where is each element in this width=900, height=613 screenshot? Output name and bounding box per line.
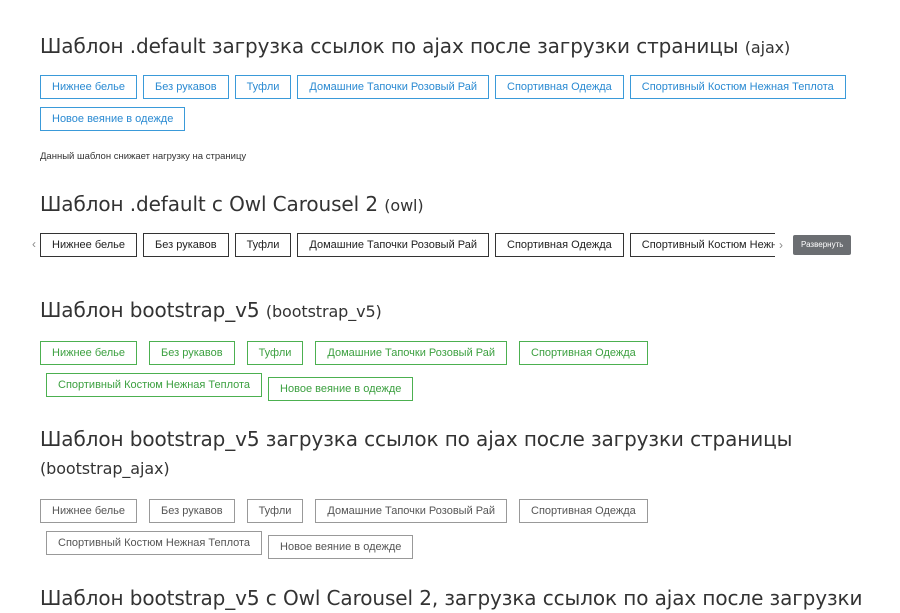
tag-list: Нижнее белье Без рукавов Туфли Домашние … <box>40 499 870 567</box>
section-bootstrap-ajax: Шаблон bootstrap_v5 загрузка ссылок по a… <box>40 425 870 567</box>
heading-title: Шаблон bootstrap_v5 с Owl Carousel 2, за… <box>40 586 863 610</box>
section-default-owl: Шаблон .default с Owl Carousel 2 (owl) ‹… <box>32 189 870 257</box>
section-heading: Шаблон .default загрузка ссылок по ajax … <box>40 31 870 63</box>
tag-link[interactable]: Нижнее белье <box>40 75 138 99</box>
tag-link[interactable]: Новое веяние в одежде <box>268 377 414 401</box>
section-heading: Шаблон bootstrap_v5 с Owl Carousel 2, за… <box>40 583 870 613</box>
heading-title: Шаблон bootstrap_v5 загрузка ссылок по a… <box>40 427 793 451</box>
tag-link[interactable]: Туфли <box>234 75 292 99</box>
tag-link[interactable]: Без рукавов <box>143 75 229 99</box>
tag-link[interactable]: Без рукавов <box>143 233 229 257</box>
tag-link[interactable]: Нижнее белье <box>40 499 138 523</box>
heading-title: Шаблон bootstrap_v5 <box>40 298 260 322</box>
heading-subtitle: (bootstrap_v5) <box>265 302 382 321</box>
tag-link[interactable]: Спортивная Одежда <box>519 499 648 523</box>
tag-list: Нижнее белье Без рукавов Туфли Домашние … <box>40 75 870 139</box>
tag-link[interactable]: Без рукавов <box>149 499 235 523</box>
heading-subtitle: (ajax) <box>744 38 791 57</box>
section-bootstrap-owl-ajax: Шаблон bootstrap_v5 с Owl Carousel 2, за… <box>40 583 870 613</box>
tag-link[interactable]: Домашние Тапочки Розовый Рай <box>315 499 507 523</box>
tag-link[interactable]: Без рукавов <box>149 341 235 365</box>
tag-link[interactable]: Спортивный Костюм Нежная Теплота <box>629 75 846 99</box>
tag-link[interactable]: Новое веяние в одежде <box>40 107 186 131</box>
tag-link[interactable]: Домашние Тапочки Розовый Рай <box>297 233 489 257</box>
tag-link[interactable]: Туфли <box>246 499 304 523</box>
tag-link[interactable]: Спортивный Костюм Нежная Теплота <box>46 373 263 397</box>
tag-link[interactable]: Спортивная Одежда <box>495 233 624 257</box>
heading-subtitle: (owl) <box>384 196 424 215</box>
tag-link[interactable]: Домашние Тапочки Розовый Рай <box>315 341 507 365</box>
tag-link[interactable]: Нижнее белье <box>40 233 138 257</box>
section-bootstrap-v5: Шаблон bootstrap_v5 (bootstrap_v5) Нижне… <box>40 295 870 409</box>
heading-subtitle: (bootstrap_ajax) <box>40 459 170 478</box>
heading-title: Шаблон .default с Owl Carousel 2 <box>40 192 378 216</box>
tag-link[interactable]: Туфли <box>234 233 292 257</box>
expand-button[interactable]: Развернуть <box>793 235 852 255</box>
carousel-next-icon[interactable]: › <box>779 238 783 252</box>
section-note: Данный шаблон снижает нагрузку на страни… <box>40 151 247 162</box>
tag-link[interactable]: Спортивная Одежда <box>495 75 624 99</box>
tag-link[interactable]: Нижнее белье <box>40 341 138 365</box>
heading-title: Шаблон .default загрузка ссылок по ajax … <box>40 34 739 58</box>
tag-link[interactable]: Туфли <box>246 341 304 365</box>
tag-link[interactable]: Новое веяние в одежде <box>268 535 414 559</box>
section-heading: Шаблон bootstrap_v5 загрузка ссылок по a… <box>40 425 870 483</box>
section-heading: Шаблон bootstrap_v5 (bootstrap_v5) <box>40 295 870 327</box>
tag-link[interactable]: Спортивная Одежда <box>519 341 648 365</box>
section-heading: Шаблон .default с Owl Carousel 2 (owl) <box>40 189 870 221</box>
tag-link[interactable]: Домашние Тапочки Розовый Рай <box>297 75 489 99</box>
tag-carousel: ‹ Нижнее белье Без рукавов Туфли Домашни… <box>32 233 870 257</box>
carousel-prev-icon[interactable]: ‹ <box>32 237 36 251</box>
tag-link[interactable]: Спортивный Костюм Нежная Теплота <box>46 531 263 555</box>
carousel-track: Нижнее белье Без рукавов Туфли Домашние … <box>40 233 775 257</box>
section-default-ajax: Шаблон .default загрузка ссылок по ajax … <box>40 31 870 162</box>
tag-list: Нижнее белье Без рукавов Туфли Домашние … <box>40 341 870 409</box>
tag-link[interactable]: Спортивный Костюм Нежная Теплота <box>629 233 775 257</box>
